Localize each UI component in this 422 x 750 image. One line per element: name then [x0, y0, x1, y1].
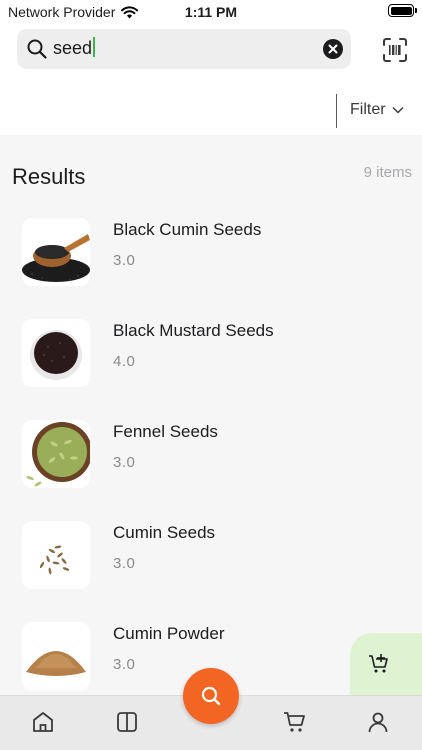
product-image: [22, 521, 90, 589]
product-name: Cumin Powder: [113, 624, 225, 643]
results-count: 9 items: [363, 164, 412, 181]
product-image: [22, 622, 90, 690]
product-rating: 3.0: [113, 454, 136, 471]
add-to-cart-button[interactable]: [350, 633, 422, 695]
barcode-scan-icon[interactable]: [382, 37, 408, 63]
search-input-value: seed: [53, 38, 93, 58]
results-panel: Results 9 items Black Cumin Seeds 3.0 Bl…: [0, 135, 422, 695]
results-title: Results: [12, 164, 86, 189]
filter-button[interactable]: Filter: [350, 101, 404, 119]
product-name: Black Mustard Seeds: [113, 321, 274, 340]
chevron-down-icon: [392, 106, 404, 114]
clear-icon: [328, 44, 338, 54]
filter-label: Filter: [350, 101, 386, 118]
product-name: Fennel Seeds: [113, 422, 218, 441]
text-caret: [93, 37, 96, 57]
product-image: [22, 319, 90, 387]
filter-divider: [336, 94, 337, 128]
status-bar: Network Provider 1:11 PM: [0, 0, 422, 24]
product-rating: 3.0: [113, 555, 136, 572]
search-bar[interactable]: seed: [17, 29, 351, 69]
search-icon: [201, 686, 221, 706]
search-input[interactable]: seed: [53, 37, 96, 61]
list-item[interactable]: Black Mustard Seeds 4.0: [0, 307, 422, 395]
filter-row: Filter: [0, 94, 422, 128]
status-right: [388, 4, 417, 17]
product-image: [22, 218, 90, 286]
clear-search-button[interactable]: [323, 39, 343, 59]
product-rating: 3.0: [113, 252, 136, 269]
list-item[interactable]: Black Cumin Seeds 3.0: [0, 206, 422, 294]
product-name: Cumin Seeds: [113, 523, 216, 542]
list-item[interactable]: Cumin Seeds 3.0: [0, 509, 422, 597]
search-tab-button[interactable]: [183, 668, 239, 724]
cart-add-icon: [369, 654, 388, 673]
product-rating: 4.0: [113, 353, 136, 370]
battery-icon: [388, 4, 417, 17]
product-image: [22, 420, 90, 488]
profile-icon[interactable]: [366, 710, 390, 734]
cart-icon[interactable]: [283, 710, 307, 734]
product-name: Black Cumin Seeds: [113, 220, 262, 239]
home-icon[interactable]: [31, 710, 55, 734]
catalog-icon[interactable]: [115, 710, 139, 734]
product-rating: 3.0: [113, 656, 136, 673]
status-time: 1:11 PM: [184, 4, 238, 20]
list-item[interactable]: Fennel Seeds 3.0: [0, 408, 422, 496]
search-icon: [27, 39, 47, 59]
